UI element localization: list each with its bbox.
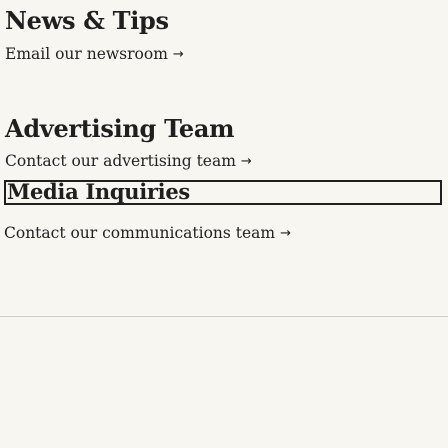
contact-communications-link[interactable]: Contact our communications team → — [4, 224, 291, 242]
contact-communications-label: Contact our communications team — [4, 224, 276, 242]
contact-advertising-link[interactable]: Contact our advertising team → — [5, 152, 252, 170]
news-tips-heading: News & Tips — [5, 6, 169, 35]
advertising-team-section: Advertising Team Contact our advertising… — [5, 114, 443, 170]
arrow-right-icon: → — [240, 153, 252, 169]
advertising-team-heading: Advertising Team — [5, 114, 235, 143]
arrow-right-icon: → — [172, 46, 184, 62]
arrow-right-icon: → — [280, 225, 292, 241]
email-newsroom-label: Email our newsroom — [5, 45, 168, 64]
media-inquiries-focus-box[interactable]: Media Inquiries — [4, 180, 442, 205]
section-divider — [0, 316, 448, 317]
news-tips-section: News & Tips Email our newsroom → — [5, 6, 443, 63]
media-inquiries-heading: Media Inquiries — [7, 180, 190, 204]
media-inquiries-section: Media Inquiries Contact our communicatio… — [4, 180, 442, 242]
contact-advertising-label: Contact our advertising team — [5, 152, 236, 171]
email-newsroom-link[interactable]: Email our newsroom → — [5, 45, 184, 63]
